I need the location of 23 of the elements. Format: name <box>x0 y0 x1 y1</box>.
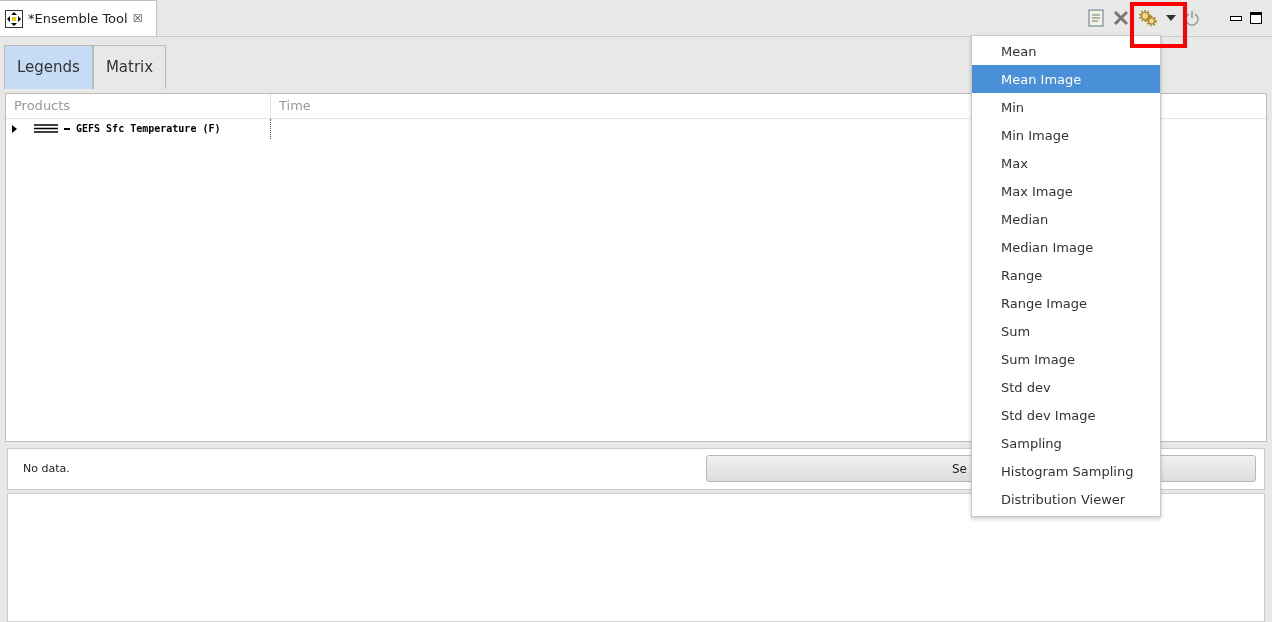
close-button[interactable]: ☒ <box>132 12 143 25</box>
menu-item[interactable]: Min <box>972 93 1160 121</box>
view-tab[interactable]: *Ensemble Tool ☒ <box>0 0 157 36</box>
menu-item[interactable]: Range Image <box>972 289 1160 317</box>
menu-item[interactable]: Histogram Sampling <box>972 457 1160 485</box>
menu-item[interactable]: Median Image <box>972 233 1160 261</box>
tab[interactable]: Legends <box>4 45 93 89</box>
menu-item[interactable]: Sampling <box>972 429 1160 457</box>
tab[interactable]: Matrix <box>92 45 167 89</box>
product-label[interactable]: GEFS Sfc Temperature (F) <box>76 123 221 135</box>
menu-item[interactable]: Std dev Image <box>972 401 1160 429</box>
menu-item[interactable]: Std dev <box>972 373 1160 401</box>
status-text: No data. <box>23 462 71 476</box>
view-title: *Ensemble Tool <box>28 11 128 26</box>
menu-item[interactable]: Min Image <box>972 121 1160 149</box>
menu-item[interactable]: Max <box>972 149 1160 177</box>
menu-item[interactable]: Sum Image <box>972 345 1160 373</box>
menu-item[interactable]: Distribution Viewer <box>972 485 1160 513</box>
menu-item[interactable]: Sum <box>972 317 1160 345</box>
menu-item[interactable]: Range <box>972 261 1160 289</box>
menu-item[interactable]: Median <box>972 205 1160 233</box>
menu-item[interactable]: Mean <box>972 37 1160 65</box>
menu-item[interactable]: Max Image <box>972 177 1160 205</box>
